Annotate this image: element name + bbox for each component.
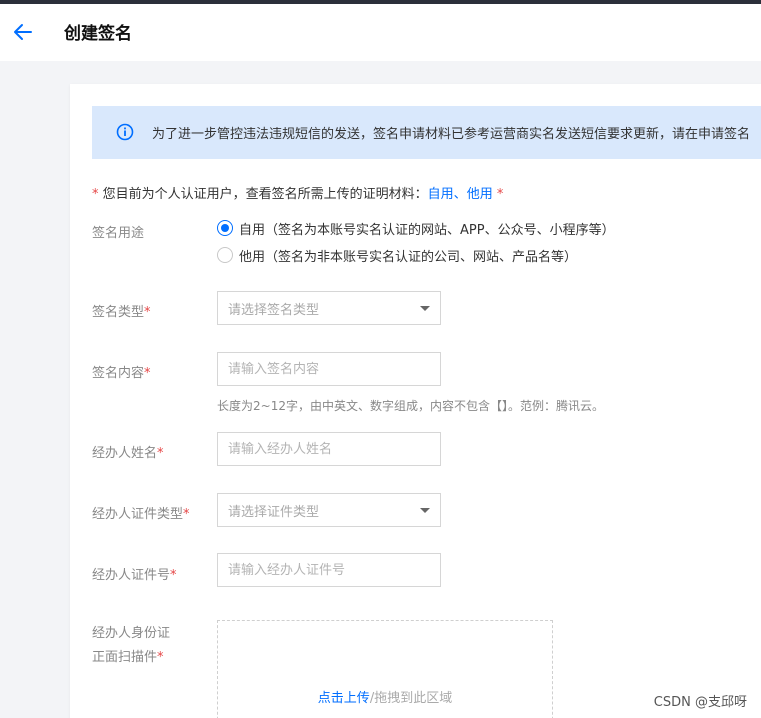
link-separator: 、: [453, 187, 467, 202]
link-other-use[interactable]: 他用: [467, 187, 493, 202]
notice-banner: 为了进一步管控违法违规短信的发送，签名申请材料已参考运营商实名发送短信要求更新，…: [92, 106, 761, 159]
back-arrow-icon[interactable]: [12, 21, 34, 43]
select-placeholder: 请选择签名类型: [228, 302, 320, 318]
upload-text: 点击上传/拖拽到此区域: [218, 687, 552, 706]
operator-name-label: 经办人姓名*: [92, 446, 164, 461]
sign-content-input[interactable]: [217, 352, 441, 386]
radio-checked-icon[interactable]: [217, 220, 233, 236]
notice-text: 为了进一步管控违法违规短信的发送，签名申请材料已参考运营商实名发送短信要求更新，…: [152, 127, 751, 142]
caret-down-icon: [420, 508, 430, 513]
operator-name-input[interactable]: [217, 432, 441, 466]
radio-self-use[interactable]: 自用（签名为本账号实名认证的网站、APP、公众号、小程序等）: [217, 219, 615, 238]
required-mark: *: [496, 187, 504, 202]
id-number-label: 经办人证件号*: [92, 568, 177, 583]
sign-type-select[interactable]: 请选择签名类型: [217, 291, 441, 325]
sign-content-label: 签名内容*: [92, 366, 151, 381]
radio-label: 自用（签名为本账号实名认证的网站、APP、公众号、小程序等）: [239, 222, 615, 238]
page-title: 创建签名: [64, 24, 132, 44]
id-type-label: 经办人证件类型*: [92, 507, 190, 522]
radio-label: 他用（签名为非本账号实名认证的公司、网站、产品名等）: [239, 249, 578, 265]
required-mark: *: [92, 187, 99, 202]
certification-tip: * 您目前为个人认证用户，查看签名所需上传的证明材料：自用、他用 *: [92, 183, 503, 202]
sign-content-hint: 长度为2~12字，由中英文、数字组成，内容不包含【】。范例：腾讯云。: [217, 399, 604, 413]
page-header: 创建签名: [0, 4, 761, 61]
id-scan-label-line2: 正面扫描件*: [92, 650, 164, 665]
upload-link[interactable]: 点击上传: [318, 691, 370, 706]
form-card: 为了进一步管控违法违规短信的发送，签名申请材料已参考运营商实名发送短信要求更新，…: [70, 84, 761, 718]
sign-type-label: 签名类型*: [92, 305, 151, 320]
upload-drag-text: /拖拽到此区域: [369, 691, 453, 706]
id-number-input[interactable]: [217, 553, 441, 587]
caret-down-icon: [420, 306, 430, 311]
info-icon: [116, 123, 134, 141]
id-scan-upload-area[interactable]: 点击上传/拖拽到此区域: [217, 620, 553, 718]
radio-unchecked-icon[interactable]: [217, 247, 233, 263]
id-scan-label-line1: 经办人身份证: [92, 626, 171, 641]
watermark: CSDN @支邱呀: [653, 695, 747, 710]
tip-text: 您目前为个人认证用户，查看签名所需上传的证明材料：: [102, 187, 428, 202]
radio-other-use[interactable]: 他用（签名为非本账号实名认证的公司、网站、产品名等）: [217, 246, 578, 265]
link-self-use[interactable]: 自用: [428, 187, 454, 202]
id-type-select[interactable]: 请选择证件类型: [217, 493, 441, 527]
select-placeholder: 请选择证件类型: [228, 504, 320, 520]
purpose-label: 签名用途: [92, 226, 145, 241]
